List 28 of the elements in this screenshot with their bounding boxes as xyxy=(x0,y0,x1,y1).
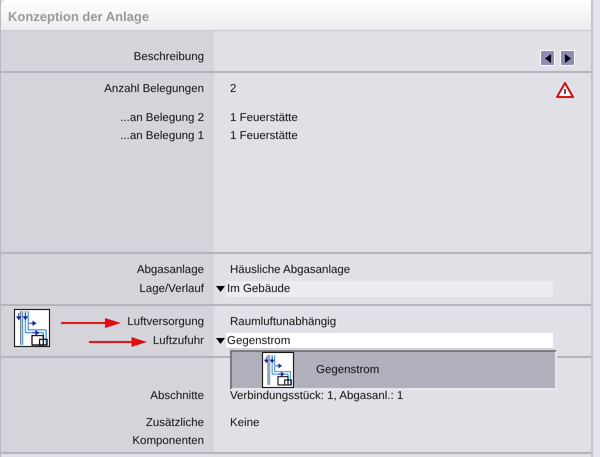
field-label: Anzahl Belegungen xyxy=(104,82,204,97)
field-label: Luftversorgung xyxy=(127,315,204,330)
nav-left-button[interactable] xyxy=(540,50,555,66)
select-field[interactable]: Im Gebäude xyxy=(226,281,553,298)
field-value: 1 Feuerstätte xyxy=(230,111,298,126)
left-arrow-icon xyxy=(544,54,550,62)
field-value: Verbindungsstück: 1, Abgasanl.: 1 xyxy=(230,389,404,404)
warning-icon xyxy=(556,82,574,98)
field-label: Beschreibung xyxy=(134,50,204,66)
field-value: Häusliche Abgasanlage xyxy=(230,263,350,278)
nav-right-button[interactable] xyxy=(560,50,575,66)
right-arrow-icon xyxy=(564,54,570,62)
dropdown-arrow-icon[interactable] xyxy=(216,286,224,292)
field-label: Abschnitte xyxy=(150,389,204,404)
select-field[interactable]: Gegenstrom xyxy=(226,333,553,350)
field-value: 1 Feuerstätte xyxy=(230,128,298,144)
field-value: Keine xyxy=(230,416,260,432)
field-label: Luftzufuhr xyxy=(152,334,204,350)
field-label: ...an Belegung 1 xyxy=(120,128,204,144)
field-label: Abgasanlage xyxy=(136,263,204,278)
window-title: Konzeption der Anlage xyxy=(8,9,150,24)
dropdown-arrow-icon[interactable] xyxy=(216,338,224,344)
field-value: Raumluftunabhängig xyxy=(230,315,336,330)
field-label: Lage/Verlauf xyxy=(139,282,204,298)
field-label: Zusätzliche Komponenten xyxy=(131,416,204,448)
air-supply-diagram-icon xyxy=(262,352,294,388)
field-value: 2 xyxy=(230,82,236,97)
field-label: ...an Belegung 2 xyxy=(120,111,204,126)
